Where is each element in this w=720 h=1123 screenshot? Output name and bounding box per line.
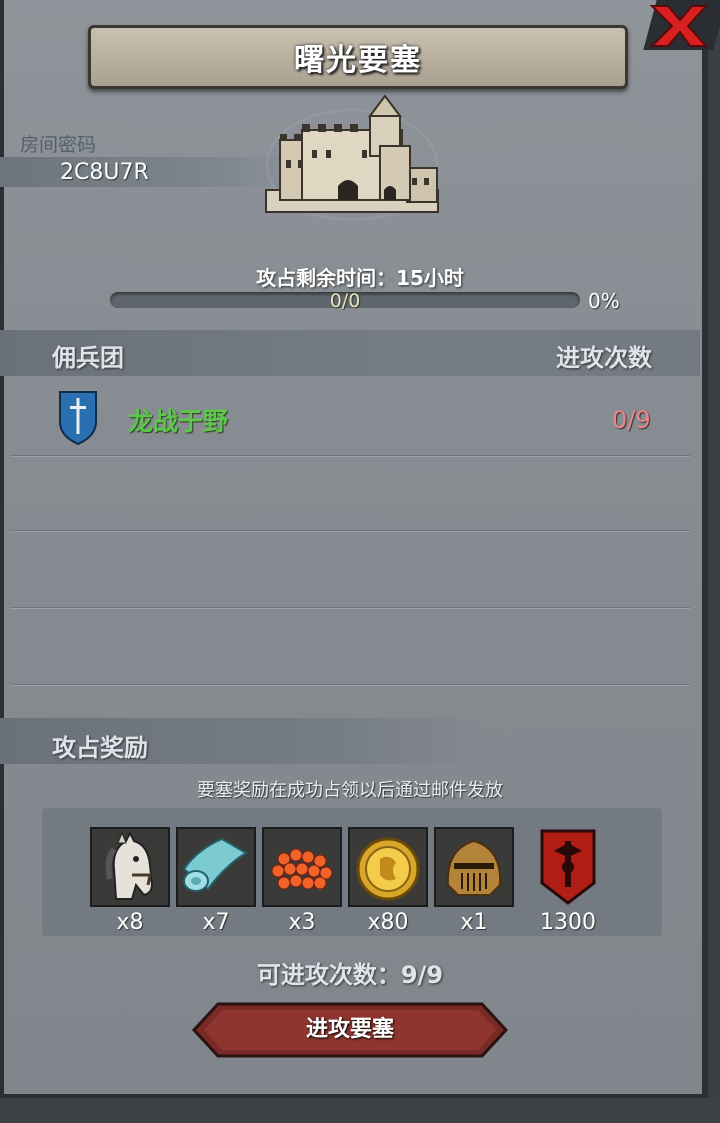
reward-item-gems[interactable] xyxy=(262,827,342,907)
capture-progress-text: 0/0 xyxy=(329,290,361,312)
title-plate: 曙光要塞 xyxy=(88,25,628,89)
reward-item-coin[interactable] xyxy=(348,827,428,907)
capture-timer: 攻占剩余时间：15小时 xyxy=(256,266,464,290)
remaining-attacks: 可进攻次数：9/9 xyxy=(256,961,444,989)
reward-item-banner[interactable] xyxy=(528,827,608,907)
gold-coin-icon xyxy=(350,829,426,905)
bottom-strip xyxy=(0,1098,720,1123)
helmet-icon xyxy=(436,829,512,905)
reward-qty: x7 xyxy=(202,910,230,935)
attack-fortress-button[interactable]: 进攻要塞 xyxy=(192,1002,508,1058)
page-title: 曙光要塞 xyxy=(294,43,422,78)
room-code-label: 房间密码 xyxy=(20,134,97,156)
red-gems-icon xyxy=(264,829,340,905)
shield-sword-icon xyxy=(59,391,97,446)
room-code: 2C8U7R xyxy=(60,160,149,185)
reward-item-cloth[interactable] xyxy=(176,827,256,907)
attack-fortress-label: 进攻要塞 xyxy=(305,1017,394,1042)
horse-icon xyxy=(92,829,168,905)
col-header-attacks: 进攻次数 xyxy=(556,344,652,372)
reward-item-horse[interactable] xyxy=(90,827,170,907)
guild-name: 龙战于野 xyxy=(128,407,229,436)
reward-qty: x80 xyxy=(367,910,409,935)
reward-note: 要塞奖励在成功占领以后通过邮件发放 xyxy=(197,780,503,801)
guild-attack-count: 0/9 xyxy=(612,406,651,434)
reward-title: 攻占奖励 xyxy=(52,734,148,762)
close-button[interactable] xyxy=(640,0,720,56)
reward-item-helmet[interactable] xyxy=(434,827,514,907)
castle-icon xyxy=(265,94,439,220)
room-code-bar xyxy=(0,157,300,187)
cloth-icon xyxy=(178,829,254,905)
reward-qty: 1300 xyxy=(540,910,596,935)
close-icon xyxy=(649,5,709,47)
col-header-guild: 佣兵团 xyxy=(52,344,124,372)
red-banner-icon xyxy=(540,829,596,905)
reward-qty: x1 xyxy=(460,910,488,935)
row-divider xyxy=(10,607,690,608)
row-divider xyxy=(10,530,690,531)
capture-progress-percent: 0% xyxy=(588,289,620,313)
reward-qty: x8 xyxy=(116,910,144,935)
row-divider xyxy=(10,455,690,456)
row-divider xyxy=(10,684,690,685)
reward-qty: x3 xyxy=(288,910,316,935)
